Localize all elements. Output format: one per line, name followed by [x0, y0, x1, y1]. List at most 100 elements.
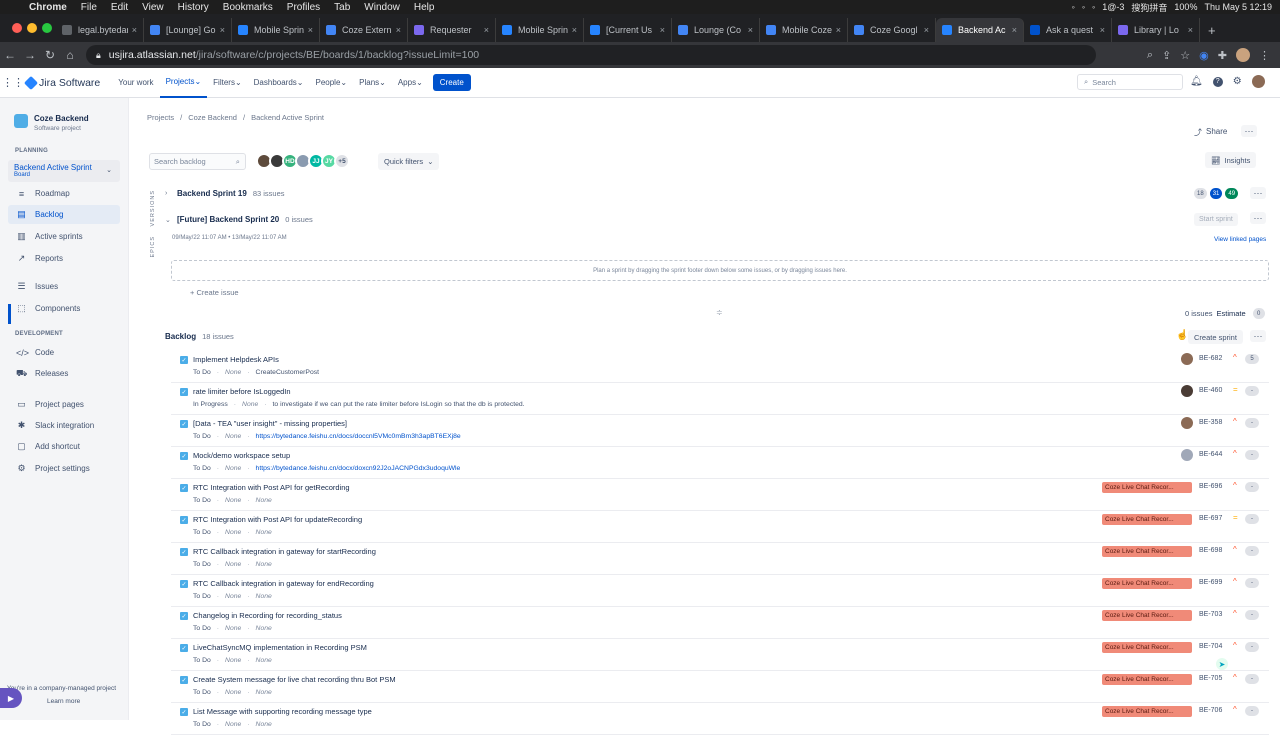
- browser-tab[interactable]: Library | Lo ×: [1112, 18, 1200, 42]
- backlog-search-input[interactable]: Search backlog ⌕: [149, 153, 246, 170]
- issue-summary[interactable]: LiveChatSyncMQ implementation in Recordi…: [193, 643, 367, 652]
- sprint-19-header[interactable]: › Backend Sprint 19 83 issues: [165, 189, 285, 198]
- backlog-more-button[interactable]: ···: [1250, 330, 1266, 342]
- sidebar-item-project-settings[interactable]: ⚙ Project settings: [8, 459, 120, 478]
- story-points[interactable]: -: [1245, 514, 1259, 524]
- sidebar-item-roadmap[interactable]: ≡ Roadmap: [8, 184, 120, 203]
- create-sprint-button[interactable]: Create sprint: [1188, 330, 1243, 344]
- tab-close-icon[interactable]: ×: [836, 25, 841, 35]
- menu-file[interactable]: File: [74, 2, 104, 13]
- issue-key[interactable]: BE-698: [1199, 547, 1222, 554]
- issue-status[interactable]: To Do: [193, 369, 211, 376]
- menu-bookmarks[interactable]: Bookmarks: [216, 2, 280, 13]
- issue-summary[interactable]: Changelog in Recording for recording_sta…: [193, 611, 342, 620]
- issue-summary[interactable]: List Message with supporting recording m…: [193, 707, 372, 716]
- issue-status[interactable]: To Do: [193, 465, 211, 472]
- issue-status[interactable]: In Progress: [193, 401, 228, 408]
- nav-people[interactable]: People ⌄: [310, 68, 354, 98]
- issue-key[interactable]: BE-460: [1199, 387, 1222, 394]
- share-button[interactable]: ⤴ Share: [1194, 127, 1227, 138]
- global-search-input[interactable]: ⌕ Search: [1077, 74, 1183, 90]
- tab-close-icon[interactable]: ×: [1188, 25, 1193, 35]
- create-button[interactable]: Create: [432, 74, 471, 91]
- issue-status[interactable]: To Do: [193, 689, 211, 696]
- breadcrumb-projects[interactable]: Projects: [147, 113, 174, 122]
- start-sprint-button[interactable]: Start sprint: [1194, 213, 1238, 226]
- breadcrumb-project[interactable]: Coze Backend: [188, 113, 237, 122]
- browser-tab[interactable]: [Current Us ×: [584, 18, 672, 42]
- sprint-drop-zone[interactable]: Plan a sprint by dragging the sprint foo…: [171, 260, 1269, 281]
- menu-chrome[interactable]: Chrome: [22, 2, 74, 13]
- tab-close-icon[interactable]: ×: [572, 25, 577, 35]
- menu-window[interactable]: Window: [357, 2, 407, 13]
- sidebar-item-backlog[interactable]: ▤ Backlog: [8, 205, 120, 224]
- sidebar-item-components[interactable]: ⬚ Components: [8, 299, 120, 318]
- assignee-avatar[interactable]: [1181, 449, 1193, 461]
- issue-status[interactable]: To Do: [193, 593, 211, 600]
- epic-badge[interactable]: Coze Live Chat Recor...: [1102, 674, 1192, 685]
- drag-handle-icon[interactable]: ≑: [716, 308, 723, 317]
- back-icon[interactable]: ←: [0, 48, 20, 62]
- epic-badge[interactable]: Coze Live Chat Recor...: [1102, 546, 1192, 557]
- browser-tab[interactable]: [Lounge] Go ×: [144, 18, 232, 42]
- insights-button[interactable]: 📈︎ Insights: [1205, 152, 1257, 168]
- quick-filters-button[interactable]: Quick filters ⌄: [378, 153, 440, 170]
- reload-icon[interactable]: ↻: [40, 48, 60, 62]
- tab-close-icon[interactable]: ×: [220, 25, 225, 35]
- breadcrumb-board[interactable]: Backend Active Sprint: [251, 113, 324, 122]
- table-row[interactable]: ✓ RTC Integration with Post API for updat…: [171, 511, 1269, 543]
- table-row[interactable]: ✓ LiveChatSyncMQ implementation in Record…: [171, 639, 1269, 671]
- issue-key[interactable]: BE-644: [1199, 451, 1222, 458]
- help-icon[interactable]: ?: [1212, 76, 1223, 87]
- story-points[interactable]: -: [1245, 674, 1259, 684]
- issue-status[interactable]: To Do: [193, 625, 211, 632]
- story-points[interactable]: -: [1245, 482, 1259, 492]
- issue-description[interactable]: https://bytedance.feishu.cn/docx/doxcn92…: [256, 465, 461, 472]
- sidebar-item-releases[interactable]: ⛟ Releases: [8, 364, 120, 383]
- issue-status[interactable]: To Do: [193, 657, 211, 664]
- tab-close-icon[interactable]: ×: [660, 25, 665, 35]
- epic-badge[interactable]: Coze Live Chat Recor...: [1102, 482, 1192, 493]
- issue-summary[interactable]: [Data - TEA "user insight" - missing pro…: [193, 419, 347, 428]
- menu-tab[interactable]: Tab: [327, 2, 357, 13]
- new-tab-icon[interactable]: +: [1200, 18, 1224, 42]
- chrome-menu-icon[interactable]: ⋮: [1259, 49, 1270, 62]
- browser-tab[interactable]: Coze Extern ×: [320, 18, 408, 42]
- issue-key[interactable]: BE-696: [1199, 483, 1222, 490]
- epic-badge[interactable]: Coze Live Chat Recor...: [1102, 514, 1192, 525]
- menu-edit[interactable]: Edit: [104, 2, 135, 13]
- sidebar-item-code[interactable]: </> Code: [8, 343, 120, 362]
- tab-close-icon[interactable]: ×: [396, 25, 401, 35]
- nav-plans[interactable]: Plans ⌄: [353, 68, 392, 98]
- table-row[interactable]: ✓ RTC Callback integration in gateway for…: [171, 575, 1269, 607]
- sprint-20-header[interactable]: ⌄ [Future] Backend Sprint 20 0 issues: [165, 215, 313, 224]
- story-points[interactable]: -: [1245, 546, 1259, 556]
- issue-summary[interactable]: RTC Callback integration in gateway for …: [193, 547, 376, 556]
- browser-tab[interactable]: legal.bytedance ×: [56, 18, 144, 42]
- epic-badge[interactable]: Coze Live Chat Recor...: [1102, 578, 1192, 589]
- sprint-20-more-button[interactable]: ···: [1250, 212, 1266, 224]
- nav-apps[interactable]: Apps ⌄: [392, 68, 429, 98]
- browser-tab[interactable]: Ask a quest ×: [1024, 18, 1112, 42]
- tab-close-icon[interactable]: ×: [1100, 25, 1105, 35]
- project-header[interactable]: Coze Backend Software project: [14, 114, 89, 132]
- board-selector[interactable]: Backend Active Sprint Board ⌄: [8, 160, 120, 182]
- share-page-icon[interactable]: ⇪: [1162, 49, 1171, 62]
- close-window-icon[interactable]: [12, 23, 22, 33]
- issue-key[interactable]: BE-697: [1199, 515, 1222, 522]
- create-issue-button[interactable]: + Create issue: [190, 288, 239, 297]
- issue-summary[interactable]: Mock/demo workspace setup: [193, 451, 290, 460]
- learn-more-link[interactable]: Learn more: [47, 698, 80, 705]
- sidebar-item-project-pages[interactable]: ▭ Project pages: [8, 395, 120, 414]
- browser-tab[interactable]: Lounge (Co ×: [672, 18, 760, 42]
- minimize-window-icon[interactable]: [27, 23, 37, 33]
- issue-summary[interactable]: Create System message for live chat reco…: [193, 675, 396, 684]
- issue-key[interactable]: BE-682: [1199, 355, 1222, 362]
- menu-help[interactable]: Help: [407, 2, 442, 13]
- app-switcher-icon[interactable]: ⋮⋮: [0, 76, 26, 89]
- home-icon[interactable]: ⌂: [60, 48, 80, 62]
- issue-key[interactable]: BE-704: [1199, 643, 1222, 650]
- table-row[interactable]: ✓ List Message with supporting recording …: [171, 703, 1269, 735]
- versions-panel-tab[interactable]: VERSIONS: [150, 190, 156, 226]
- epic-badge[interactable]: Coze Live Chat Recor...: [1102, 642, 1192, 653]
